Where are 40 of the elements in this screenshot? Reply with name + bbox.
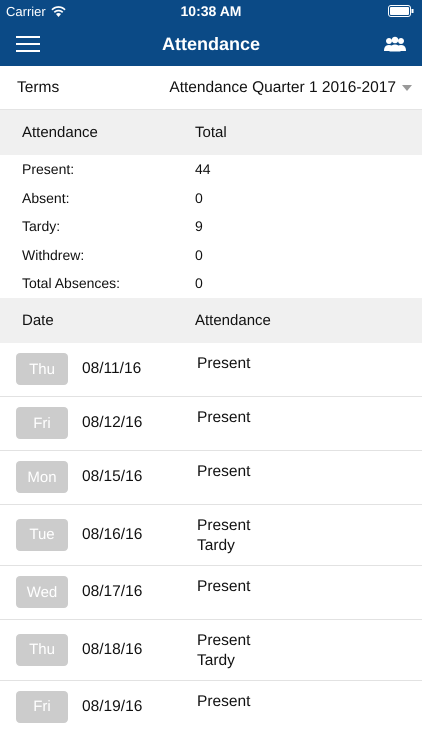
battery-icon bbox=[388, 5, 414, 17]
row-value: 0 bbox=[195, 275, 203, 292]
attendance-status: Present bbox=[197, 408, 250, 426]
column-header: Total bbox=[195, 124, 227, 141]
attendance-status: Present bbox=[197, 578, 250, 596]
row-label: Absent: bbox=[21, 190, 70, 206]
row-value: 0 bbox=[195, 246, 203, 263]
row-label: Withdrew: bbox=[21, 246, 86, 263]
menu-icon[interactable] bbox=[16, 36, 40, 52]
attendance-status: Tardy bbox=[197, 536, 236, 554]
status-time: 10:38 AM bbox=[180, 3, 242, 19]
row-value: 0 bbox=[195, 190, 203, 206]
column-header: Attendance bbox=[195, 312, 271, 328]
date-text: 08/15/16 bbox=[81, 468, 144, 486]
date-text: 08/19/16 bbox=[81, 698, 144, 716]
row-label: Tardy: bbox=[21, 218, 62, 234]
column-header: Attendance bbox=[21, 124, 99, 141]
attendance-status: Present bbox=[197, 354, 250, 372]
date-text: 08/12/16 bbox=[81, 414, 144, 432]
row-value: 9 bbox=[195, 218, 203, 234]
attendance-status: Present bbox=[197, 632, 250, 650]
terms-label: Terms bbox=[17, 78, 60, 96]
terms-dropdown[interactable]: Attendance Quarter 1 2016-2017 bbox=[169, 78, 412, 96]
date-text: 08/16/16 bbox=[81, 526, 144, 544]
attendance-status: Present bbox=[197, 516, 250, 534]
date-text: 08/11/16 bbox=[81, 360, 142, 378]
date-text: 08/17/16 bbox=[81, 583, 144, 601]
wifi-icon bbox=[50, 6, 66, 16]
column-header: Date bbox=[21, 312, 55, 328]
attendance-status: Present bbox=[197, 462, 250, 480]
row-value: 44 bbox=[195, 161, 211, 178]
date-text: 08/18/16 bbox=[81, 640, 144, 658]
carrier-name: Carrier bbox=[6, 4, 46, 18]
row-label: Present: bbox=[21, 161, 76, 178]
attendance-status: Present bbox=[197, 692, 250, 710]
attendance-status: Tardy bbox=[197, 652, 236, 670]
people-icon[interactable] bbox=[384, 36, 406, 52]
screen-title: Attendance bbox=[162, 34, 260, 54]
caret-icon bbox=[402, 84, 412, 90]
row-label: Total Absences: bbox=[21, 275, 122, 292]
